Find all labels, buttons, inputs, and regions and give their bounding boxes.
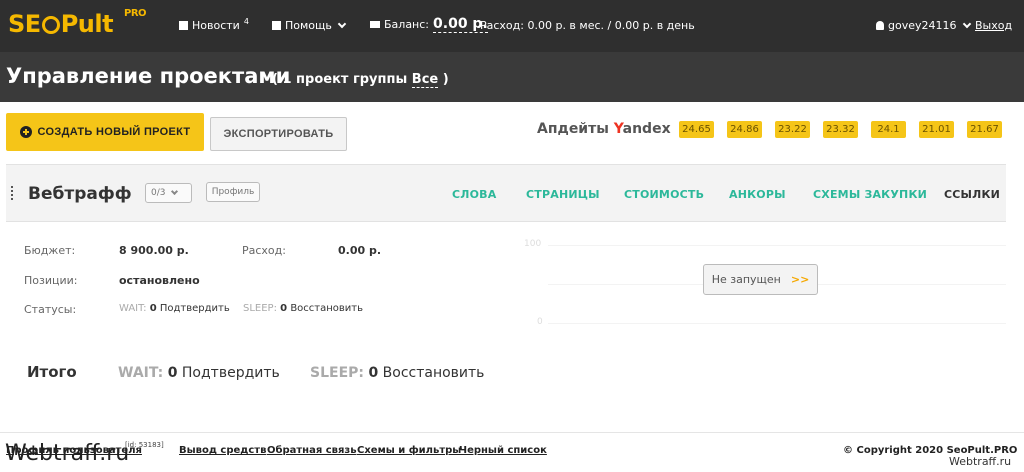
user-icon	[876, 21, 884, 30]
tab-words[interactable]: СЛОВА	[452, 188, 496, 201]
tab-cost[interactable]: СТОИМОСТЬ	[624, 188, 704, 201]
status-wait[interactable]: WAIT: 0 Подтвердить	[119, 303, 230, 314]
update-badge[interactable]: 23.32	[823, 121, 858, 138]
tab-links[interactable]: ССЫЛКИ	[944, 188, 1000, 201]
update-badge[interactable]: 24.86	[727, 121, 762, 138]
top-navbar: SE Pult PRO Новости 4 Помощь Баланс: 0.00 …	[0, 0, 1024, 52]
plus-circle-icon	[19, 126, 32, 138]
chart-axis-max: 100	[524, 239, 542, 249]
positions-label: Позиции:	[24, 274, 78, 287]
nav-help[interactable]: Помощь	[272, 19, 347, 32]
budget-value: 8 900.00 р.	[119, 244, 189, 257]
update-badge[interactable]: 24.1	[871, 121, 906, 138]
project-profile-button[interactable]: Профиль	[206, 182, 260, 202]
tab-anchors[interactable]: АНКОРЫ	[729, 188, 786, 201]
export-button[interactable]: ЭКСПОРТИРОВАТЬ	[210, 117, 347, 151]
tab-pages[interactable]: СТРАНИЦЫ	[526, 188, 600, 201]
double-arrow-icon: >>	[790, 273, 810, 286]
page-subtitle: ( 1 проект группы Все )	[272, 72, 449, 88]
balance-icon	[370, 21, 380, 28]
logo-o-mark	[41, 16, 60, 34]
tab-purchase-schemes[interactable]: СХЕМЫ ЗАКУПКИ	[813, 188, 927, 201]
nav-balance[interactable]: Баланс: 0.00 р.	[370, 16, 488, 33]
news-icon	[179, 21, 188, 30]
help-icon	[272, 21, 281, 30]
footer-schemes-link[interactable]: Схемы и фильтры	[357, 445, 461, 456]
update-badge[interactable]: 21.01	[919, 121, 954, 138]
watermark-left: Webtraff.ru	[5, 441, 130, 466]
totals-sleep[interactable]: SLEEP: 0 Восстановить	[310, 365, 484, 381]
status-sleep[interactable]: SLEEP: 0 Восстановить	[243, 303, 363, 314]
update-badge[interactable]: 24.65	[679, 121, 714, 138]
footer-withdraw-link[interactable]: Вывод средств	[179, 445, 266, 456]
update-badge[interactable]: 23.22	[775, 121, 810, 138]
user-menu[interactable]: govey24116	[876, 19, 971, 32]
news-count-badge: 4	[243, 17, 249, 26]
footer-divider	[0, 432, 1024, 433]
budget-label: Бюджет:	[24, 244, 76, 257]
create-project-button[interactable]: СОЗДАТЬ НОВЫЙ ПРОЕКТ	[6, 113, 204, 151]
positions-value: остановлено	[119, 274, 200, 287]
totals-wait[interactable]: WAIT: 0 Подтвердить	[118, 365, 280, 381]
yandex-updates-label: Апдейты Yandex	[537, 121, 671, 137]
page-title: Управление проектами	[6, 64, 291, 88]
project-name[interactable]: Вебтрафф	[28, 184, 132, 204]
drag-handle-icon[interactable]	[11, 186, 14, 200]
update-badge[interactable]: 21.67	[967, 121, 1002, 138]
chevron-down-icon	[337, 19, 347, 28]
nav-news[interactable]: Новости 4	[179, 17, 249, 32]
footer-blacklist-link[interactable]: Черный список	[459, 445, 547, 456]
not-running-button[interactable]: Не запущен >>	[703, 264, 818, 295]
statuses-label: Статусы:	[24, 303, 77, 316]
group-selector[interactable]: Все	[411, 72, 439, 88]
chevron-down-icon	[171, 187, 179, 195]
expense-label: Расход:	[242, 244, 286, 257]
logout-link[interactable]: Выход	[975, 19, 1012, 32]
footer-feedback-link[interactable]: Обратная связь	[267, 445, 357, 456]
project-counter-select[interactable]: 0/3	[145, 183, 192, 203]
footer-user-id: [id: 53183]	[125, 441, 164, 449]
chevron-down-icon	[962, 19, 971, 28]
logo-pro-badge: PRO	[124, 8, 147, 19]
chart-gridline	[548, 245, 1006, 246]
logo[interactable]: SE Pult PRO	[8, 8, 147, 38]
username: govey24116	[888, 19, 957, 32]
totals-label: Итого	[27, 363, 77, 381]
watermark-right: Webtraff.ru	[949, 455, 1012, 468]
expense-value: 0.00 р.	[338, 244, 382, 257]
expense-summary: Расход: 0.00 р. в мес. / 0.00 р. в день	[480, 19, 695, 32]
chart-gridline	[548, 323, 1006, 324]
chart-axis-min: 0	[537, 317, 543, 327]
title-bar: Управление проектами ( 1 проект группы В…	[0, 52, 1024, 102]
